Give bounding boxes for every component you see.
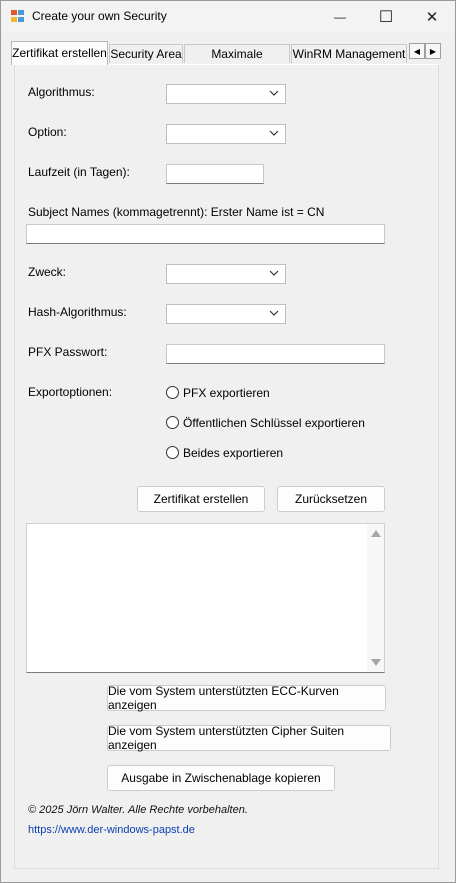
option-select[interactable]	[166, 124, 286, 144]
app-window: Create your own Security — ☐ ✕ Zertifika…	[0, 0, 456, 883]
reset-button[interactable]: Zurücksetzen	[277, 486, 385, 512]
tab-scroll-right-button[interactable]: ▶	[425, 43, 441, 59]
tab-zertifikat-erstellen[interactable]: Zertifikat erstellen	[11, 41, 108, 65]
minimize-button[interactable]: —	[317, 1, 363, 33]
create-certificate-button[interactable]: Zertifikat erstellen	[137, 486, 265, 512]
show-cipher-suites-button[interactable]: Die vom System unterstützten Cipher Suit…	[107, 724, 391, 752]
chevron-down-icon	[269, 270, 279, 276]
tab-winrm-management[interactable]: WinRM Management	[291, 44, 407, 63]
radio-pfx-export-label[interactable]: PFX exportieren	[183, 386, 270, 400]
website-link[interactable]: https://www.der-windows-papst.de	[28, 824, 195, 836]
tab-scroll-left-icon: ◀	[413, 46, 421, 56]
pfx-password-label: PFX Passwort:	[28, 345, 108, 359]
scroll-down-icon[interactable]	[371, 659, 381, 666]
radio-both-export[interactable]	[166, 446, 179, 459]
tab-scroll-left-button[interactable]: ◀	[409, 43, 425, 59]
pfx-password-input[interactable]	[166, 344, 385, 364]
chevron-down-icon	[269, 90, 279, 96]
minimize-icon: —	[334, 10, 346, 24]
option-label: Option:	[28, 125, 67, 139]
output-scrollbar[interactable]	[367, 524, 384, 672]
hash-algorithm-select[interactable]	[166, 304, 286, 324]
window-title: Create your own Security	[32, 9, 167, 23]
hash-algorithm-label: Hash-Algorithmus:	[28, 305, 127, 319]
close-button[interactable]: ✕	[409, 1, 455, 33]
scroll-up-icon[interactable]	[371, 530, 381, 537]
export-options-label: Exportoptionen:	[28, 385, 113, 399]
radio-public-key-export[interactable]	[166, 416, 179, 429]
close-icon: ✕	[425, 9, 439, 26]
radio-public-key-export-label[interactable]: Öffentlichen Schlüssel exportieren	[183, 416, 365, 430]
validity-label: Laufzeit (in Tagen):	[28, 165, 130, 179]
purpose-label: Zweck:	[28, 265, 67, 279]
maximize-button[interactable]: ☐	[363, 1, 409, 33]
radio-pfx-export[interactable]	[166, 386, 179, 399]
tab-maximale-sicherheit[interactable]: Maximale Sicherheit	[184, 44, 290, 80]
purpose-select[interactable]	[166, 264, 286, 284]
tab-security-area[interactable]: Security Area	[109, 44, 183, 63]
copy-output-button[interactable]: Ausgabe in Zwischenablage kopieren	[107, 765, 335, 791]
algorithm-label: Algorithmus:	[28, 85, 95, 99]
tab-scroll-right-icon: ▶	[429, 46, 437, 56]
title-bar: Create your own Security — ☐ ✕	[1, 1, 455, 33]
validity-days-input[interactable]	[166, 164, 264, 184]
algorithm-select[interactable]	[166, 84, 286, 104]
subject-names-label: Subject Names (kommagetrennt): Erster Na…	[28, 205, 325, 219]
output-textarea[interactable]	[26, 523, 385, 673]
chevron-down-icon	[269, 130, 279, 136]
copyright-text: © 2025 Jörn Walter. Alle Rechte vorbehal…	[28, 804, 248, 816]
radio-both-export-label[interactable]: Beides exportieren	[183, 446, 283, 460]
subject-names-input[interactable]	[26, 224, 385, 244]
chevron-down-icon	[269, 310, 279, 316]
app-window-icon	[11, 10, 25, 23]
maximize-icon: ☐	[378, 9, 394, 26]
show-ecc-curves-button[interactable]: Die vom System unterstützten ECC-Kurven …	[107, 684, 386, 712]
